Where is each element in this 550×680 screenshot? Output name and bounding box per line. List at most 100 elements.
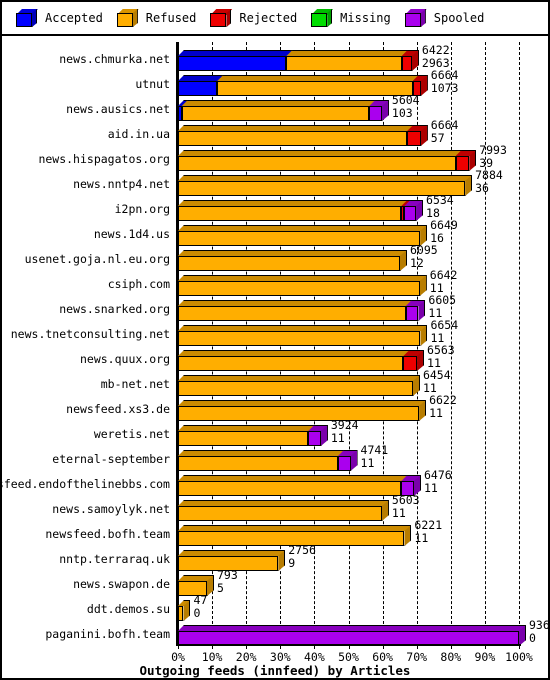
bar-segment-refused: [178, 506, 382, 521]
chart-legend: Accepted Refused Rejected Missing Spooled: [2, 2, 548, 36]
bar-value-total: 6221: [414, 518, 443, 532]
bar-value-secondary: 0: [529, 631, 536, 645]
bar-segment-refused: [178, 381, 413, 396]
chart-row: nntp.terraraq.uk 2756 9: [2, 543, 550, 572]
chart-row: weretis.net 3924 11: [2, 418, 550, 447]
chart-row: news.hispagatos.org 7993 39: [2, 143, 550, 172]
legend-item-label: Spooled: [433, 11, 485, 25]
chart-row: newsfeed.endofthelinebbs.com 647611: [0, 468, 550, 497]
bar-segment-top: [178, 125, 414, 131]
bar-segment-refused: [178, 281, 420, 296]
bar-value-secondary: 11: [414, 531, 429, 545]
bar-segment-top: [178, 175, 472, 181]
legend-item-rejected: Rejected: [210, 9, 297, 27]
bar-segment-rejected: [403, 356, 418, 371]
y-axis-label: news.samoylyk.net: [52, 502, 170, 516]
x-tick: [348, 644, 350, 649]
bar-segment-rejected: [401, 56, 412, 71]
bar-value-secondary: 11: [429, 406, 443, 420]
bar-segment-accepted: [178, 56, 287, 71]
x-tick: [246, 644, 248, 649]
bar-segment-refused: [178, 306, 406, 321]
bar-segment-refused: [181, 106, 370, 121]
bar-segment-top: [178, 550, 285, 556]
bar-segment-refused: [178, 256, 400, 271]
bar-value-secondary: 1073: [430, 81, 459, 95]
x-tick: [382, 644, 384, 649]
bar-segment-top: [178, 450, 345, 456]
bar-segment-top: [178, 625, 526, 631]
y-axis-label: news.tnetconsulting.net: [10, 327, 170, 341]
bar-value-total: 5604: [391, 93, 420, 107]
y-axis-label: news.quux.org: [79, 352, 170, 366]
bar-segment-top: [178, 500, 389, 506]
legend-item-refused: Refused: [116, 9, 197, 27]
x-tick-label: 80%: [440, 650, 462, 664]
bar-segment-top: [178, 425, 315, 431]
chart-row: news.samoylyk.net 5603 11: [2, 493, 550, 522]
chart-row: news.quux.org 6563 11: [2, 343, 550, 372]
stacked-bar: [178, 225, 428, 246]
bar-segment-spooled: [337, 456, 351, 471]
bar-segment-top: [217, 75, 419, 81]
y-axis-label: csiph.com: [107, 277, 170, 291]
bar-value-total: 6563: [427, 343, 455, 357]
bar-segment-refused: [178, 431, 309, 446]
bar-segment-rejected: [407, 131, 421, 146]
bar-segment-top: [178, 375, 420, 381]
bar-segment-top: [178, 400, 426, 406]
y-axis-label: newsfeed.bofh.team: [45, 527, 170, 541]
chart-row: eternal-september 4741 11: [2, 443, 550, 472]
bar-segment-accepted: [178, 81, 218, 96]
bar-value-total: 6642: [429, 268, 458, 282]
y-axis-label: news.chmurka.net: [59, 52, 170, 66]
bar-segment-top: [178, 300, 413, 306]
x-tick: [280, 644, 282, 649]
bar-value-total: 9363: [529, 618, 550, 632]
stacked-bar: [178, 100, 390, 121]
x-tick: [450, 644, 452, 649]
bar-segment-top: [178, 200, 408, 206]
y-axis-label: newsfeed.endofthelinebbs.com: [0, 477, 170, 491]
legend-item-label: Refused: [145, 11, 197, 25]
bar-segment-refused: [178, 481, 402, 496]
bar-value-total: 793: [216, 568, 238, 582]
stacked-bar: [178, 350, 425, 371]
x-tick-label: 90%: [474, 650, 496, 664]
legend-item-spooled: Spooled: [404, 9, 485, 27]
bar-value-secondary: 11: [391, 506, 406, 520]
x-tick-label: 70%: [406, 650, 428, 664]
bar-value-secondary: 103: [391, 106, 413, 120]
bar-segment-refused: [178, 606, 184, 621]
bar-value-total: 6095: [409, 243, 438, 257]
x-tick: [178, 644, 179, 649]
legend-item-missing: Missing: [311, 9, 391, 27]
y-axis-label: nntp.terraraq.uk: [59, 552, 170, 566]
bar-segment-top: [178, 275, 427, 281]
bar-value-total: 6605: [428, 293, 457, 307]
legend-item-label: Missing: [340, 11, 391, 25]
x-tick-label: 0%: [171, 650, 185, 664]
bar-value-total: 6476: [423, 468, 452, 482]
bar-value-total: 6664: [430, 118, 459, 132]
bar-value-total: 6654: [430, 318, 459, 332]
y-axis-label: usenet.goja.nl.eu.org: [24, 252, 170, 266]
y-axis-label: weretis.net: [93, 427, 170, 441]
y-axis-label: aid.in.ua: [107, 127, 170, 141]
bar-segment-rejected: [455, 156, 470, 171]
stacked-bar: [178, 50, 420, 71]
bar-value-total: 6454: [422, 368, 451, 382]
stacked-bar: [178, 625, 527, 646]
bar-value-total: 7993: [479, 143, 507, 157]
bar-value-total: 6649: [430, 218, 458, 232]
bar-segment-refused: [178, 331, 421, 346]
legend-item-label: Accepted: [45, 11, 103, 25]
y-axis-label: i2pn.org: [114, 202, 170, 216]
chart-row: news.snarked.org 6605 11: [2, 293, 550, 322]
y-axis-label: news.hispagatos.org: [38, 152, 170, 166]
stacked-bar: [178, 250, 408, 271]
y-axis-label: paganini.bofh.team: [45, 627, 170, 641]
stacked-bar: [178, 500, 390, 521]
bar-value-total: 2756: [288, 543, 316, 557]
bar-segment-top: [178, 325, 427, 331]
